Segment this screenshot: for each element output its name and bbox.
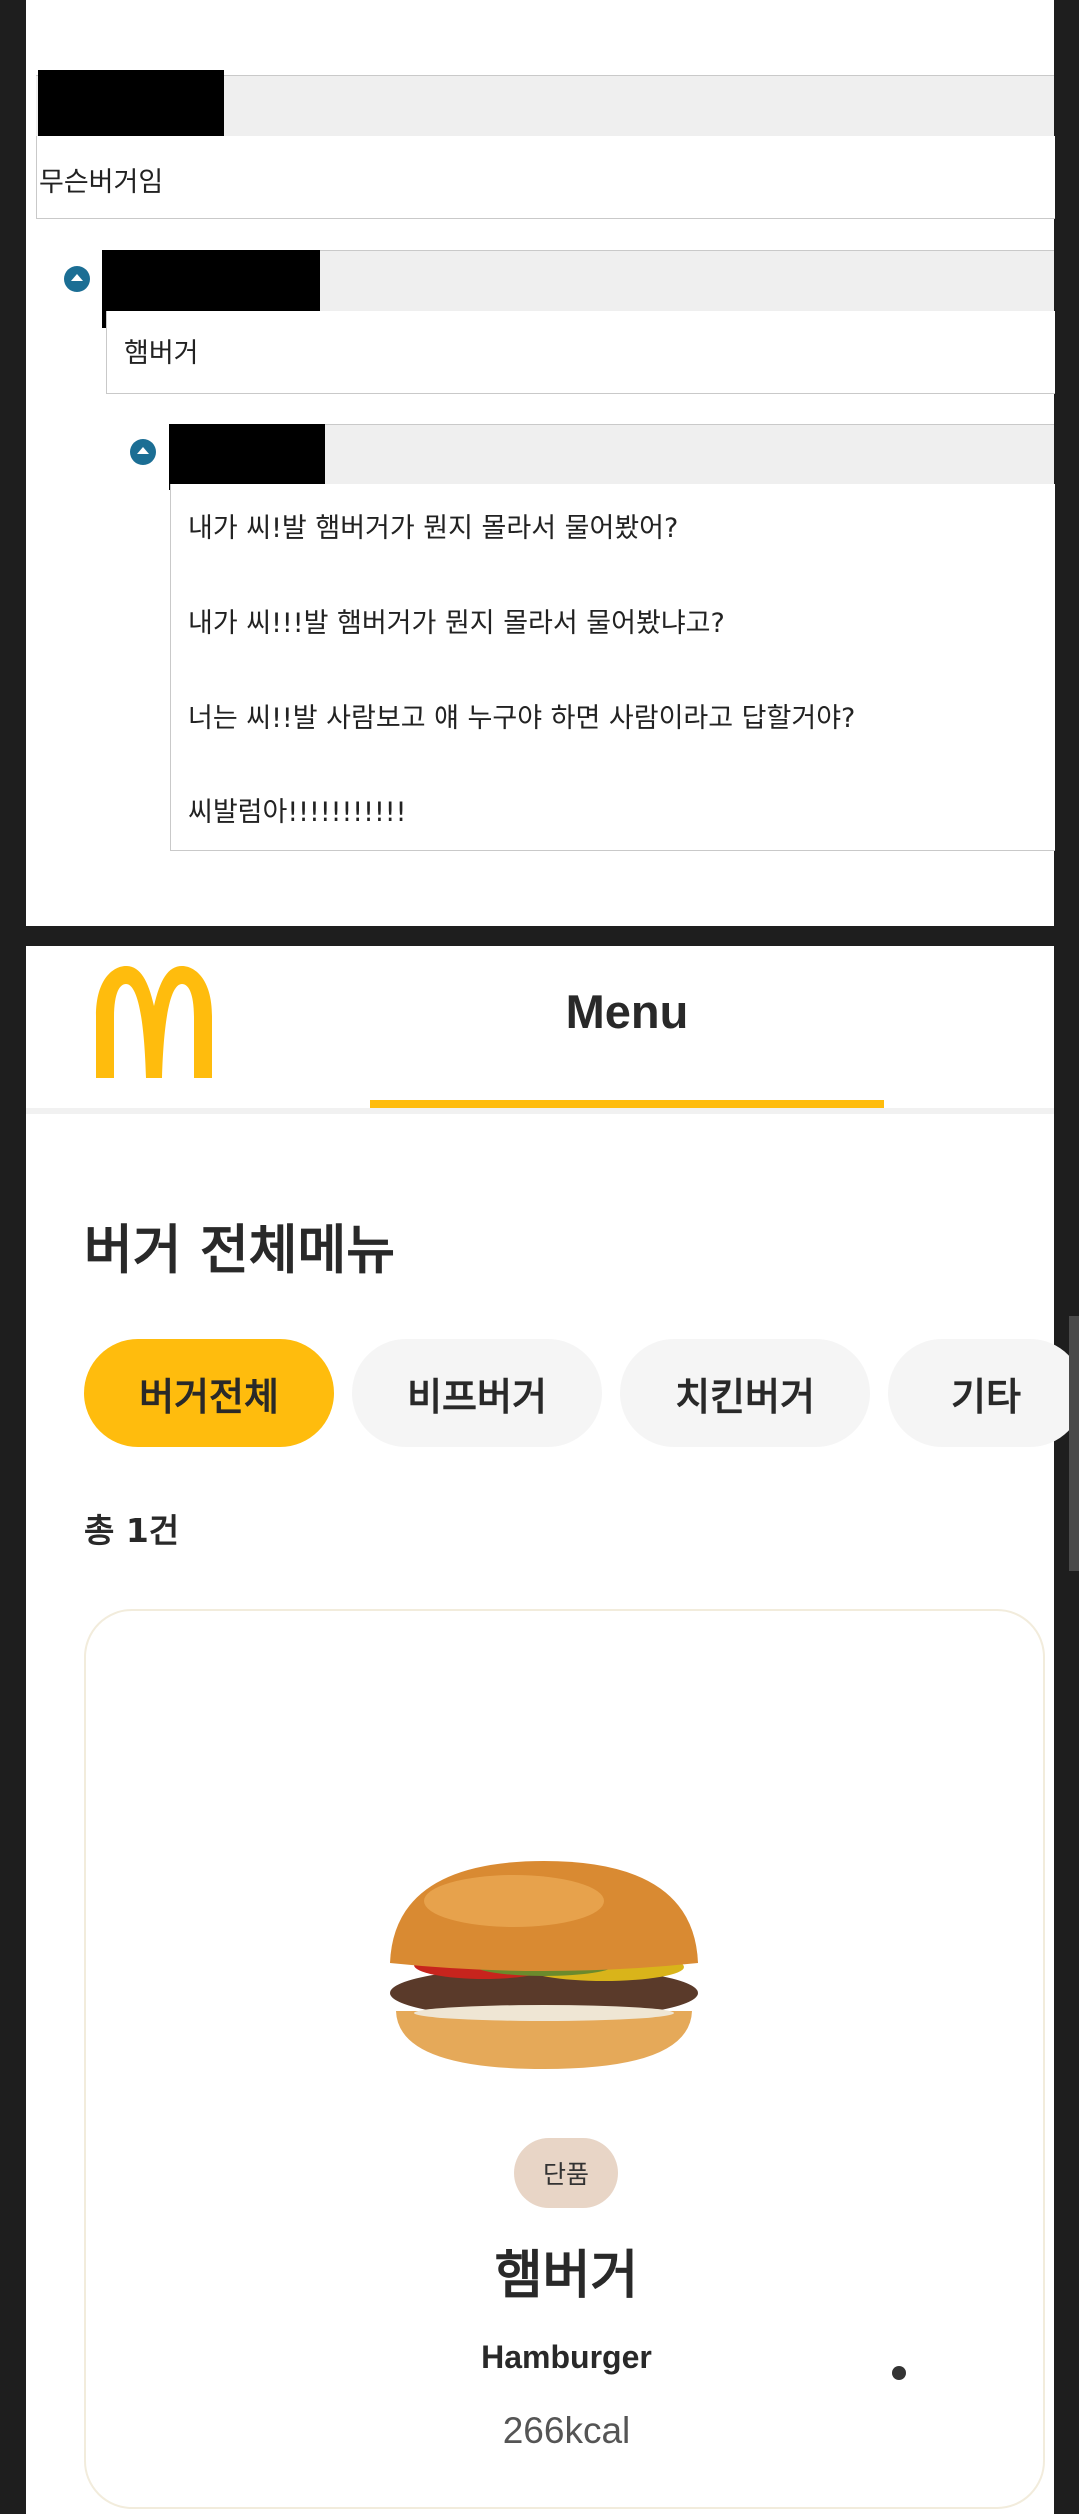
comment-text-line: 내가 씨!!!발 햄버거가 뭔지 몰라서 물어봤냐고? (188, 608, 725, 639)
redacted-author (169, 424, 325, 490)
category-chip-all-burgers[interactable]: 버거전체 (84, 1339, 334, 1447)
menu-page-panel: Menu 버거 전체메뉴 버거전체 비프버거 치킨버거 기타 총 1건 단품 햄… (26, 946, 1079, 2514)
comment-text-line: 내가 씨!발 햄버거가 뭔지 몰라서 물어봤어? (188, 513, 679, 544)
reply-arrow-icon[interactable] (64, 266, 90, 292)
comment-text-line: 너는 씨!!발 사람보고 얘 누구야 하면 사람이라고 답할거야? (188, 703, 856, 734)
comment-text-line: 씨발럼아!!!!!!!!!!! (188, 797, 407, 828)
single-item-badge: 단품 (514, 2138, 618, 2208)
scrollbar-thumb[interactable] (1069, 1316, 1079, 1571)
result-count: 총 1건 (84, 1511, 180, 1550)
comment-thread-panel: 무슨버거임 햄버거 내가 씨!발 햄버거가 뭔지 몰라서 물어봤어? 내가 씨!… (26, 0, 1055, 926)
product-name-ko: 햄버거 (494, 2246, 639, 2306)
mcdonalds-logo-icon[interactable] (90, 966, 218, 1078)
category-chip-beef-burger[interactable]: 비프버거 (352, 1339, 602, 1447)
hamburger-image-icon (390, 1861, 698, 2069)
tab-menu[interactable]: Menu (370, 984, 884, 1039)
comment-body: 무슨버거임 (36, 136, 1055, 219)
product-kcal: 266kcal (502, 2410, 631, 2451)
header-divider (26, 1108, 1054, 1114)
page-title: 버거 전체메뉴 (84, 1220, 396, 1281)
comment-body: 햄버거 (106, 311, 1055, 394)
comment-body: 내가 씨!발 햄버거가 뭔지 몰라서 물어봤어? 내가 씨!!!발 햄버거가 뭔… (170, 484, 1055, 851)
comment-text: 무슨버거임 (39, 167, 164, 198)
reply-arrow-icon[interactable] (130, 439, 156, 465)
category-chip-chicken-burger[interactable]: 치킨버거 (620, 1339, 870, 1447)
comment-text: 햄버거 (124, 338, 199, 369)
active-tab-indicator (370, 1100, 884, 1108)
cursor-dot (892, 2366, 906, 2380)
category-chip-other[interactable]: 기타 (888, 1339, 1079, 1447)
